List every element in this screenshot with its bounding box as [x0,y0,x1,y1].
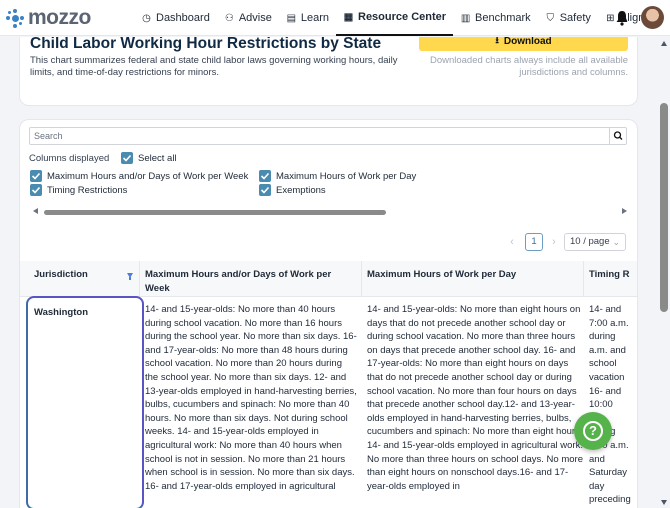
scroll-up-icon[interactable] [661,41,667,46]
cell-jurisdiction: Washington [34,307,88,318]
book-icon: ▤ [286,12,297,24]
clock-icon: ◷ [142,12,151,24]
column-checkbox-max-week[interactable] [30,170,42,182]
search-box [29,127,627,145]
page-size-value: 10 / page [570,236,610,247]
cell-max-day: 14- and 15-year-olds: No more than eight… [367,304,583,492]
top-navigation: mozzo ◷ Dashboard ⚇ Advise ▤ Learn ▦ Res… [0,0,670,36]
bell-icon[interactable] [615,10,629,26]
check-icon [260,186,270,194]
select-all-checkbox[interactable] [121,152,133,164]
column-checkbox-exemptions[interactable] [259,184,271,196]
column-checkbox-timing[interactable] [30,184,42,196]
nav-label: Dashboard [156,12,210,24]
column-checkbox-max-day[interactable] [259,170,271,182]
column-label-max-week[interactable]: Maximum Hours and/or Days of Work per We… [47,171,248,182]
nav-label: Resource Center [358,11,447,23]
scroll-left-icon[interactable] [33,208,38,214]
column-header-max-week[interactable]: Maximum Hours and/or Days of Work per We… [145,268,355,295]
shield-icon: ⛉ [546,12,554,24]
nav-learn[interactable]: ▤ Learn [279,0,336,36]
nav-label: Safety [559,12,591,24]
main-content: Child Labor Working Hour Restrictions by… [0,37,656,508]
page-size-select[interactable]: 10 / page ⌄ [564,233,626,251]
bar-chart-icon: ▥ [460,12,471,24]
nav-advise[interactable]: ⚇ Advise [217,0,279,36]
download-icon: ⭳ [495,37,499,46]
select-all-label[interactable]: Select all [138,153,177,164]
check-icon [31,186,41,194]
avatar[interactable] [641,6,664,29]
logo-icon [6,9,24,28]
main-nav: ◷ Dashboard ⚇ Advise ▤ Learn ▦ Resource … [134,0,651,36]
search-input[interactable] [30,128,610,144]
cell-timing: 14- and 7:00 a.m. during a.m. and school… [589,304,631,508]
nav-label: Benchmark [475,12,531,24]
check-icon [260,172,270,180]
chevron-down-icon: ⌄ [612,237,620,247]
scroll-down-icon[interactable] [661,500,667,505]
scrollbar-thumb[interactable] [660,103,668,312]
scroll-right-icon[interactable] [622,208,627,214]
horizontal-scrollbar[interactable] [31,207,629,217]
nav-safety[interactable]: ⛉ Safety [538,0,598,36]
table-icon: ▦ [343,11,354,23]
pagination-next[interactable]: › [548,233,560,251]
check-icon [122,154,132,162]
check-icon [31,172,41,180]
cell-max-week: 14- and 15-year-olds: No more than 40 ho… [145,304,357,492]
header-card: Child Labor Working Hour Restrictions by… [19,37,638,106]
nav-benchmark[interactable]: ▥ Benchmark [453,0,538,36]
vertical-scrollbar[interactable] [658,37,670,508]
column-header-timing[interactable]: Timing R [589,268,629,282]
column-label-timing[interactable]: Timing Restrictions [47,185,127,196]
nav-label: Learn [300,12,329,24]
column-divider [361,261,362,297]
search-icon [613,131,623,140]
download-button[interactable]: ⭳ Download [419,37,628,51]
pagination-page-1[interactable]: 1 [525,233,543,251]
search-button[interactable] [609,128,626,144]
table-card: Columns displayed Select all Maximum Hou… [19,119,638,508]
column-label-max-day[interactable]: Maximum Hours of Work per Day [276,171,416,182]
page-description: This chart summarizes federal and state … [30,55,398,78]
question-icon: ? [583,421,603,441]
column-divider [583,261,584,297]
nav-label: Advise [238,12,272,24]
column-header-max-day[interactable]: Maximum Hours of Work per Day [367,268,587,282]
download-label: Download [503,37,552,47]
row-highlight [26,296,144,508]
columns-displayed-label: Columns displayed [29,153,110,164]
person-icon: ⚇ [224,12,234,24]
column-header-jurisdiction[interactable]: Jurisdiction [34,268,88,282]
nav-resource-center[interactable]: ▦ Resource Center [336,0,454,36]
filter-icon[interactable] [127,273,133,280]
logo[interactable]: mozzo [6,6,91,29]
column-label-exemptions[interactable]: Exemptions [276,185,326,196]
nav-dashboard[interactable]: ◷ Dashboard [134,0,217,36]
help-button[interactable]: ? [574,412,612,450]
logo-text: mozzo [28,6,91,29]
download-note: Downloaded charts always include all ava… [429,55,628,78]
scrollbar-thumb[interactable] [44,210,386,215]
pagination-prev[interactable]: ‹ [506,233,518,251]
page-title: Child Labor Working Hour Restrictions by… [30,37,382,52]
column-divider [139,261,140,297]
